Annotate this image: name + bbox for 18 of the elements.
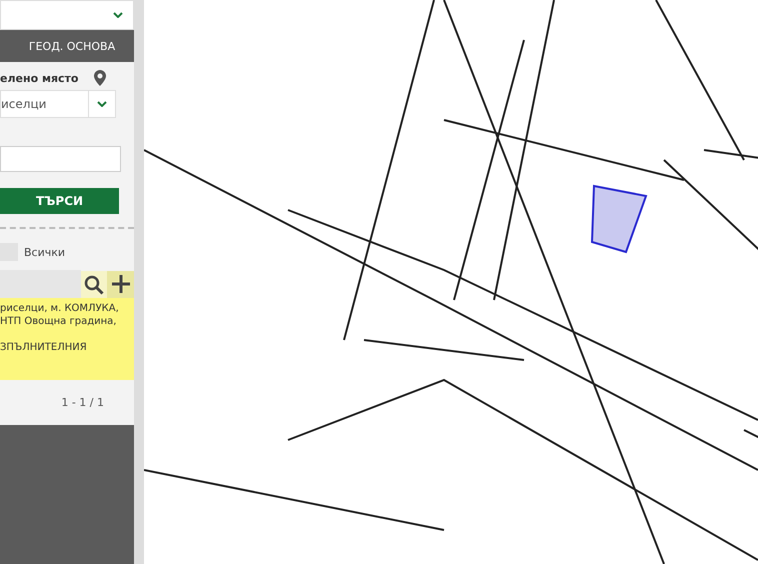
plus-icon xyxy=(110,274,130,294)
cadastral-map-drawing[interactable] xyxy=(144,0,758,564)
section-header: ГЕОД. ОСНОВА xyxy=(0,30,134,62)
map-pin-icon[interactable] xyxy=(94,70,106,86)
filter-input[interactable] xyxy=(0,270,81,299)
place-dropdown[interactable]: исeлци xyxy=(0,90,116,118)
search-button[interactable]: ТЪРСИ xyxy=(0,188,119,214)
dropdown-field[interactable] xyxy=(0,0,134,30)
field-label: елено място xyxy=(0,72,78,84)
search-input[interactable] xyxy=(0,146,121,172)
search-icon[interactable] xyxy=(84,274,104,294)
chevron-down-icon xyxy=(113,12,123,18)
result-item[interactable]: рисeлци, м. КОМЛУКА, НТП Овощна градина, ЗПЪЛНИТЕЛНИЯ xyxy=(0,298,134,380)
pagination-text: 1 - 1 / 1 xyxy=(60,395,105,409)
scrollbar-track[interactable] xyxy=(134,0,144,564)
checkbox-label: Всички xyxy=(24,246,66,258)
add-button[interactable] xyxy=(107,271,134,298)
chevron-down-icon xyxy=(97,101,107,107)
